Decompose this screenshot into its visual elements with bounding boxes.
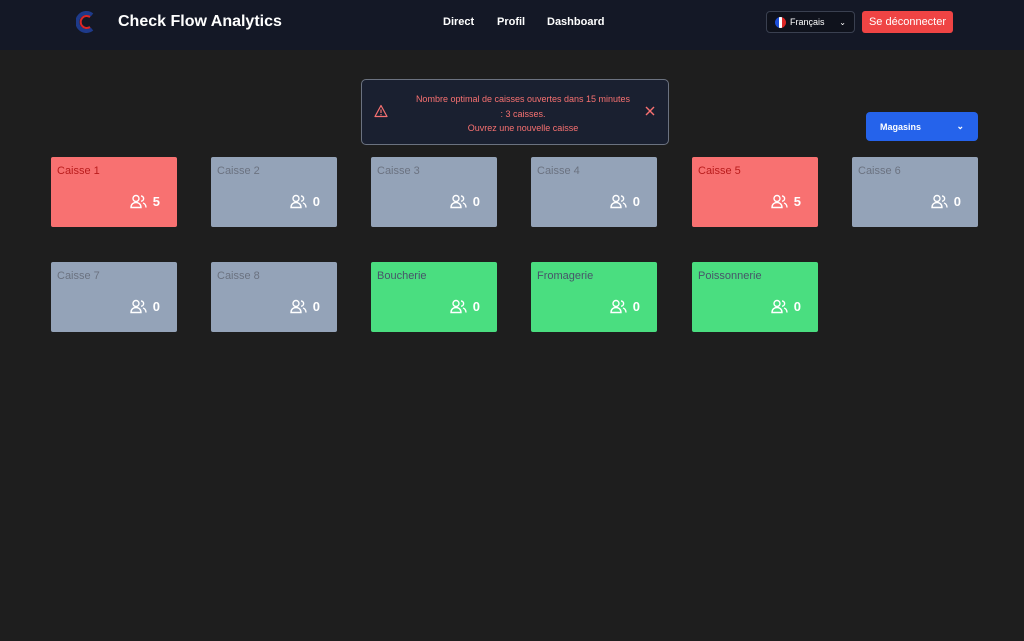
customer-count-value: 0: [472, 299, 480, 314]
register-name: Poissonnerie: [698, 270, 762, 282]
register-name: Caisse 4: [537, 165, 580, 177]
customer-count: 0: [931, 194, 961, 209]
users-icon: [610, 194, 627, 209]
warning-triangle-icon: [374, 104, 388, 118]
users-icon: [450, 194, 467, 209]
users-icon: [130, 194, 147, 209]
customer-count-value: 5: [793, 194, 801, 209]
customer-count-value: 0: [152, 299, 160, 314]
top-navbar: Check Flow Analytics Direct Profil Dashb…: [0, 0, 1024, 50]
customer-count-value: 0: [312, 194, 320, 209]
language-select[interactable]: Français ⌄: [766, 11, 855, 33]
language-label: Français: [790, 17, 825, 27]
customer-count: 0: [450, 299, 480, 314]
customer-count: 5: [771, 194, 801, 209]
register-name: Fromagerie: [537, 270, 594, 282]
c-logo-icon[interactable]: [76, 11, 96, 33]
chevron-down-icon: ⌄: [839, 17, 846, 27]
store-select-button[interactable]: Magasins ⌄: [866, 112, 978, 141]
customer-count-value: 5: [152, 194, 160, 209]
register-card[interactable]: Fromagerie 0: [531, 262, 657, 332]
register-card[interactable]: Caisse 5 5: [692, 157, 818, 227]
nav-link-dashboard[interactable]: Dashboard: [547, 16, 604, 28]
register-name: Caisse 7: [57, 270, 100, 282]
customer-count-value: 0: [632, 299, 640, 314]
chevron-down-icon: ⌄: [956, 121, 964, 131]
customer-count-value: 0: [312, 299, 320, 314]
register-name: Caisse 3: [377, 165, 420, 177]
customer-count-value: 0: [953, 194, 961, 209]
forecast-alert: Nombre optimal de caisses ouvertes dans …: [361, 79, 669, 145]
customer-count: 0: [290, 299, 320, 314]
users-icon: [771, 299, 788, 314]
customer-count-value: 0: [793, 299, 801, 314]
register-name: Caisse 8: [217, 270, 260, 282]
customer-count: 0: [610, 299, 640, 314]
customer-count: 0: [130, 299, 160, 314]
nav-link-profil[interactable]: Profil: [497, 16, 525, 28]
customer-count: 0: [450, 194, 480, 209]
alert-message: Nombre optimal de caisses ouvertes dans …: [392, 92, 654, 136]
alert-line: Nombre optimal de caisses ouvertes dans …: [415, 94, 631, 104]
register-name: Caisse 1: [57, 165, 100, 177]
store-select-label: Magasins: [880, 121, 922, 132]
alert-line: : 3 caisses.: [500, 108, 546, 119]
nav-link-direct[interactable]: Direct: [443, 16, 474, 28]
register-name: Caisse 6: [858, 165, 901, 177]
close-icon[interactable]: [644, 105, 656, 117]
register-card[interactable]: Caisse 2 0: [211, 157, 337, 227]
users-icon: [450, 299, 467, 314]
users-icon: [931, 194, 948, 209]
users-icon: [610, 299, 627, 314]
logout-button[interactable]: Se déconnecter: [862, 11, 953, 33]
customer-count: 0: [290, 194, 320, 209]
register-card[interactable]: Caisse 3 0: [371, 157, 497, 227]
users-icon: [290, 299, 307, 314]
customer-count: 0: [610, 194, 640, 209]
register-card[interactable]: Caisse 4 0: [531, 157, 657, 227]
register-card[interactable]: Caisse 8 0: [211, 262, 337, 332]
users-icon: [771, 194, 788, 209]
customer-count: 0: [771, 299, 801, 314]
register-card[interactable]: Boucherie 0: [371, 262, 497, 332]
register-card[interactable]: Caisse 7 0: [51, 262, 177, 332]
register-name: Caisse 2: [217, 165, 260, 177]
register-name: Caisse 5: [698, 165, 741, 177]
users-icon: [290, 194, 307, 209]
register-card[interactable]: Poissonnerie 0: [692, 262, 818, 332]
register-name: Boucherie: [377, 270, 427, 282]
register-card[interactable]: Caisse 1 5: [51, 157, 177, 227]
customer-count-value: 0: [472, 194, 480, 209]
customer-count-value: 0: [632, 194, 640, 209]
france-flag-icon: [775, 16, 786, 28]
customer-count: 5: [130, 194, 160, 209]
register-card[interactable]: Caisse 6 0: [852, 157, 978, 227]
alert-line: Ouvrez une nouvelle caisse: [467, 123, 579, 133]
app-title: Check Flow Analytics: [118, 13, 282, 30]
users-icon: [130, 299, 147, 314]
